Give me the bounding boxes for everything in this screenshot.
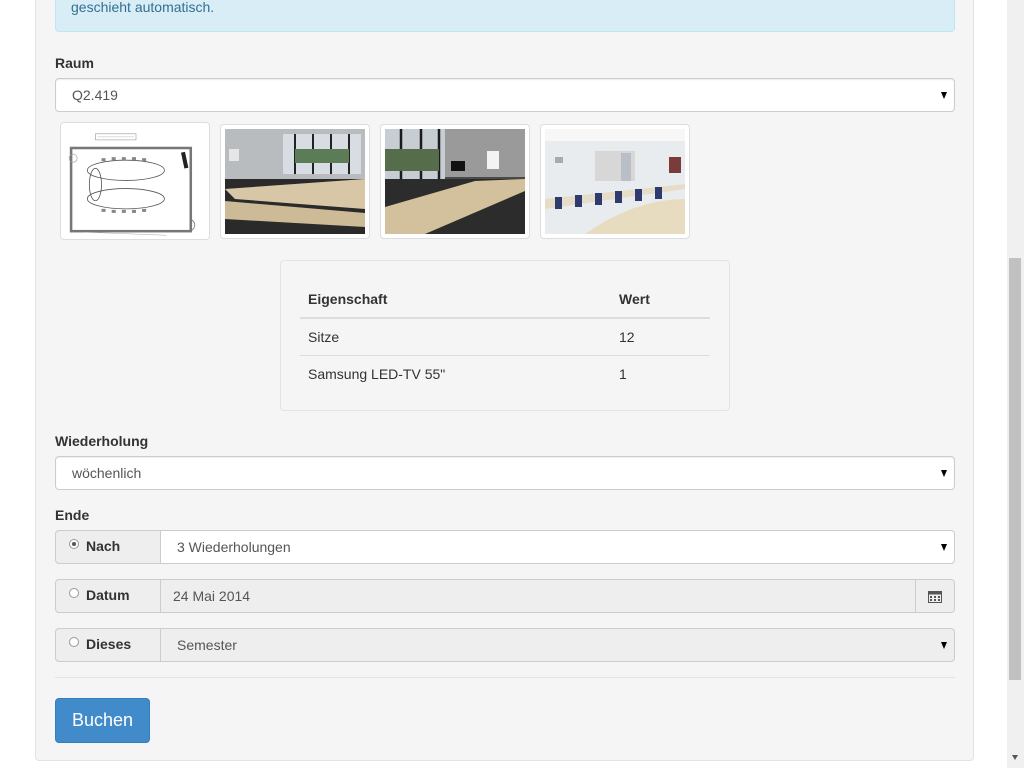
column-header: Eigenschaft — [300, 281, 611, 319]
floorplan-image — [65, 129, 207, 237]
wiederholung-select[interactable]: wöchenlich — [55, 456, 955, 490]
nach-select-value: 3 Wiederholungen — [177, 539, 291, 555]
calendar-button[interactable] — [915, 579, 955, 613]
dieses-label: Dieses — [86, 636, 132, 652]
table-row: Samsung LED-TV 55" 1 — [300, 356, 710, 393]
ende-dieses-group: Dieses Semester — [55, 628, 955, 662]
nach-repetitions-select[interactable]: 3 Wiederholungen — [160, 530, 955, 564]
scrollbar-thumb[interactable] — [1009, 258, 1021, 680]
room-photo-3-thumbnail[interactable] — [540, 124, 690, 239]
dieses-select-value: Semester — [177, 637, 237, 653]
info-alert-text: geschieht automatisch. — [71, 0, 215, 15]
table-cell: Sitze — [300, 318, 611, 356]
datum-input[interactable]: 24 Mai 2014 — [160, 579, 916, 613]
nach-radio[interactable] — [69, 539, 79, 549]
ende-datum-group: Datum 24 Mai 2014 — [55, 579, 955, 613]
info-alert: geschieht automatisch. — [55, 0, 955, 32]
table-cell: Samsung LED-TV 55" — [308, 366, 446, 382]
chevron-down-icon — [941, 544, 947, 551]
ende-dieses-option[interactable]: Dieses — [55, 628, 161, 662]
table-header-row: Eigenschaft Wert — [300, 281, 710, 319]
datum-input-value: 24 Mai 2014 — [173, 588, 251, 604]
buchen-button[interactable]: Buchen — [55, 698, 150, 743]
dieses-period-select[interactable]: Semester — [160, 628, 955, 662]
wiederholung-select-value: wöchenlich — [72, 465, 142, 481]
room-properties-table: Eigenschaft Wert Sitze 12 Samsung LED-TV… — [300, 281, 710, 392]
nach-label: Nach — [86, 538, 121, 554]
dieses-radio[interactable] — [69, 637, 79, 647]
classroom-photo-image — [385, 129, 525, 234]
datum-label: Datum — [86, 587, 130, 603]
classroom-photo-image — [225, 129, 365, 234]
scroll-down-arrow-icon[interactable] — [1012, 755, 1018, 760]
calendar-icon — [928, 591, 942, 603]
room-floorplan-thumbnail[interactable] — [60, 122, 210, 240]
column-header: Wert — [611, 281, 710, 319]
wiederholung-label: Wiederholung — [55, 433, 149, 449]
chevron-down-icon — [941, 470, 947, 477]
raum-select[interactable]: Q2.419 — [55, 78, 955, 112]
chevron-down-icon — [941, 642, 947, 649]
table-cell: 1 — [619, 366, 627, 382]
ende-nach-option[interactable]: Nach — [55, 530, 161, 564]
datum-radio[interactable] — [69, 588, 79, 598]
room-properties-panel: Eigenschaft Wert Sitze 12 Samsung LED-TV… — [280, 260, 730, 411]
table-row: Sitze 12 — [300, 318, 710, 356]
raum-select-value: Q2.419 — [72, 87, 118, 103]
ende-datum-option[interactable]: Datum — [55, 579, 161, 613]
classroom-photo-image — [545, 129, 685, 234]
chevron-down-icon — [941, 92, 947, 99]
ende-nach-group: Nach 3 Wiederholungen — [55, 530, 955, 564]
page-scrollbar[interactable] — [1007, 0, 1024, 768]
room-photo-1-thumbnail[interactable] — [220, 124, 370, 239]
raum-label: Raum — [55, 55, 94, 71]
room-photo-2-thumbnail[interactable] — [380, 124, 530, 239]
table-cell: 12 — [611, 318, 710, 356]
ende-label: Ende — [55, 507, 90, 523]
form-divider — [55, 677, 955, 678]
